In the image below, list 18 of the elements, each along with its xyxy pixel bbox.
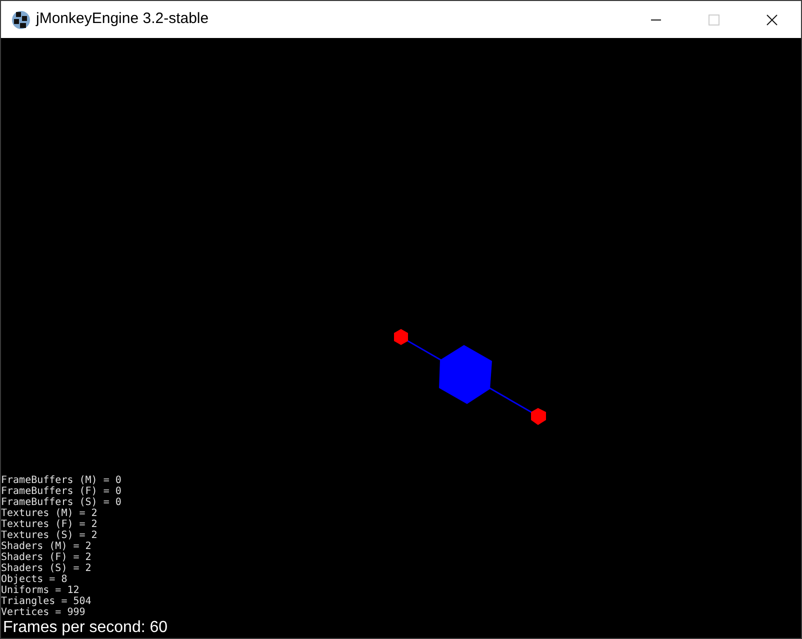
stat-line: FrameBuffers (M) = 0 (1, 475, 122, 486)
maximize-icon (708, 14, 720, 26)
app-logo-icon (11, 10, 31, 30)
stat-line: Shaders (F) = 2 (1, 552, 92, 563)
stat-line: Vertices = 999 (1, 607, 86, 618)
stat-line: Textures (M) = 2 (1, 508, 98, 519)
stat-line: FrameBuffers (F) = 0 (1, 486, 122, 497)
fps-counter: Frames per second: 60 (2, 618, 169, 638)
stat-line: FrameBuffers (S) = 0 (1, 497, 122, 508)
stat-line: Textures (F) = 2 (1, 519, 98, 530)
stat-line: Uniforms = 12 (1, 585, 80, 596)
stat-line: Objects = 8 (1, 574, 68, 585)
stat-line: Textures (S) = 2 (1, 530, 98, 541)
close-icon (766, 14, 778, 26)
window-title: jMonkeyEngine 3.2-stable (36, 9, 209, 30)
stat-line: Shaders (M) = 2 (1, 541, 92, 552)
stat-line: Shaders (S) = 2 (1, 563, 92, 574)
stat-line: Triangles = 504 (1, 596, 92, 607)
